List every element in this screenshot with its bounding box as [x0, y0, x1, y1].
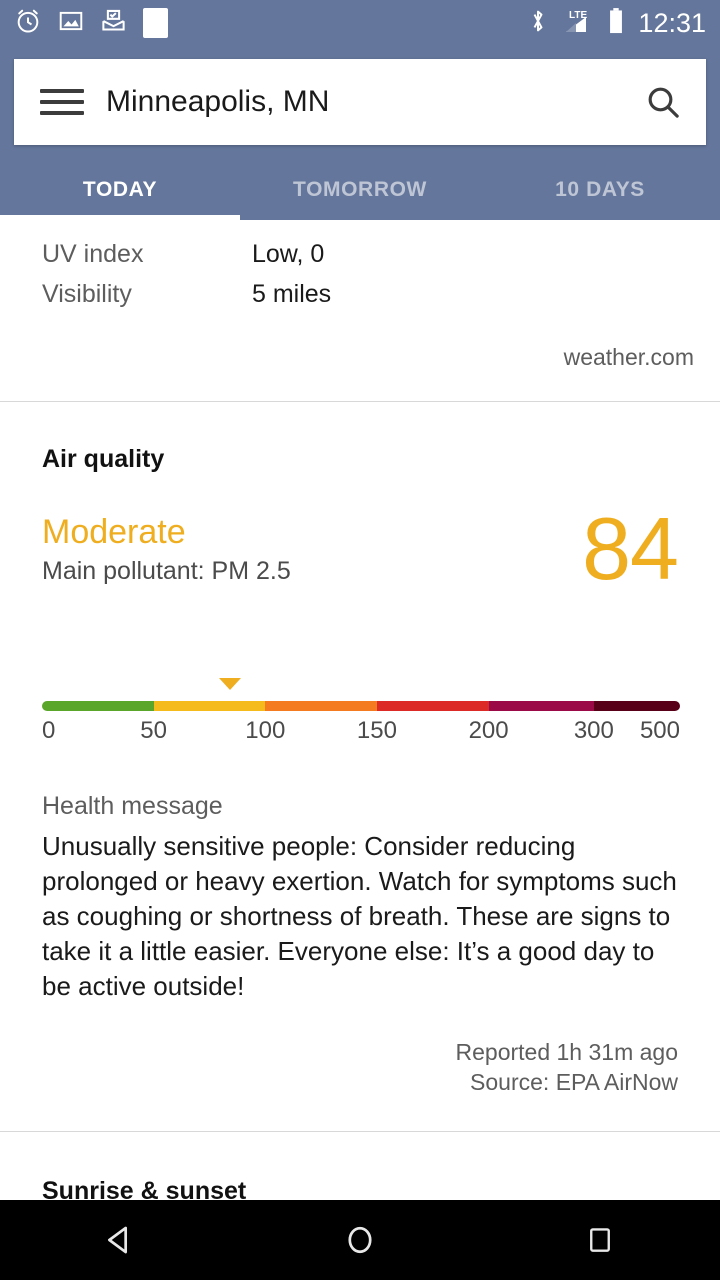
tab-today[interactable]: TODAY — [0, 159, 240, 220]
detail-row-visibility: Visibility 5 miles — [0, 274, 720, 314]
aqi-segment-5 — [594, 701, 680, 711]
back-triangle-icon[interactable] — [60, 1200, 180, 1280]
air-quality-summary: Moderate Main pollutant: PM 2.5 84 — [42, 514, 678, 624]
reported-time: Reported 1h 31m ago — [42, 1038, 678, 1067]
tab-tomorrow[interactable]: TOMORROW — [240, 159, 480, 220]
alarm-clock-icon — [14, 7, 42, 40]
tab-tomorrow-label: TOMORROW — [293, 178, 427, 202]
weather-attribution: weather.com — [0, 314, 720, 371]
weather-app-screen: LTE 12:31 Minneapolis, MN — [0, 0, 720, 1280]
aqi-tick-label: 150 — [357, 717, 397, 745]
aqi-tick-label: 300 — [574, 717, 614, 745]
air-quality-title: Air quality — [42, 402, 678, 474]
aqi-segment-2 — [265, 701, 377, 711]
aqi-scale-chart: 0 50 100 150 200 300 500 — [42, 678, 678, 744]
mail-inbox-icon — [100, 7, 127, 39]
detail-value: Low, 0 — [252, 240, 324, 269]
white-square-icon — [143, 8, 168, 38]
forecast-tabs: TODAY TOMORROW 10 DAYS — [0, 159, 720, 220]
air-quality-index-value: 84 — [582, 509, 678, 590]
tab-10-days-label: 10 DAYS — [555, 178, 645, 202]
status-bar: LTE 12:31 — [0, 0, 720, 46]
sunrise-sunset-card: Sunrise & sunset Sunrise Sunset — [0, 1132, 720, 1200]
home-circle-icon[interactable] — [300, 1200, 420, 1280]
search-icon[interactable] — [620, 59, 706, 145]
health-message-label: Health message — [42, 792, 678, 821]
detail-label: UV index — [42, 240, 252, 269]
hamburger-menu-icon[interactable] — [40, 89, 84, 115]
aqi-tick-label: 0 — [42, 717, 55, 745]
app-header: Minneapolis, MN TODAY TOMORROW 10 DAYS — [0, 46, 720, 220]
aqi-scale-bar — [42, 701, 680, 711]
aqi-scale-tick-labels: 0 50 100 150 200 300 500 — [42, 717, 680, 745]
lte-signal-icon: LTE — [560, 7, 596, 40]
tab-10-days[interactable]: 10 DAYS — [480, 159, 720, 220]
battery-icon — [608, 7, 624, 40]
aqi-segment-3 — [377, 701, 489, 711]
status-bar-system: LTE 12:31 — [528, 7, 706, 40]
aqi-tick-label: 500 — [640, 717, 680, 745]
aqi-segment-4 — [489, 701, 594, 711]
health-message-text: Unusually sensitive people: Consider red… — [42, 829, 678, 1004]
weather-details-list: UV index Low, 0 Visibility 5 miles weath… — [0, 220, 720, 371]
detail-label: Visibility — [42, 280, 252, 309]
aqi-scale-marker — [219, 678, 241, 690]
detail-value: 5 miles — [252, 280, 331, 309]
status-bar-notifications — [14, 7, 168, 40]
aqi-tick-label: 100 — [245, 717, 285, 745]
air-quality-report-info: Reported 1h 31m ago Source: EPA AirNow — [42, 1038, 678, 1097]
detail-row-uv-index: UV index Low, 0 — [0, 234, 720, 274]
bluetooth-icon — [528, 7, 548, 40]
scroll-content[interactable]: UV index Low, 0 Visibility 5 miles weath… — [0, 220, 720, 1200]
air-quality-card: Air quality Moderate Main pollutant: PM … — [0, 402, 720, 1131]
data-source: Source: EPA AirNow — [42, 1068, 678, 1097]
aqi-segment-1 — [154, 701, 266, 711]
search-bar[interactable]: Minneapolis, MN — [14, 59, 706, 145]
aqi-tick-label: 50 — [140, 717, 167, 745]
location-search-input[interactable]: Minneapolis, MN — [106, 85, 620, 119]
tab-today-label: TODAY — [83, 178, 157, 202]
image-icon — [58, 8, 84, 39]
sunrise-sunset-title: Sunrise & sunset — [42, 1132, 678, 1200]
aqi-segment-0 — [42, 701, 154, 711]
recents-square-icon[interactable] — [540, 1200, 660, 1280]
android-navigation-bar — [0, 1200, 720, 1280]
aqi-tick-label: 200 — [469, 717, 509, 745]
status-bar-clock: 12:31 — [638, 10, 706, 37]
